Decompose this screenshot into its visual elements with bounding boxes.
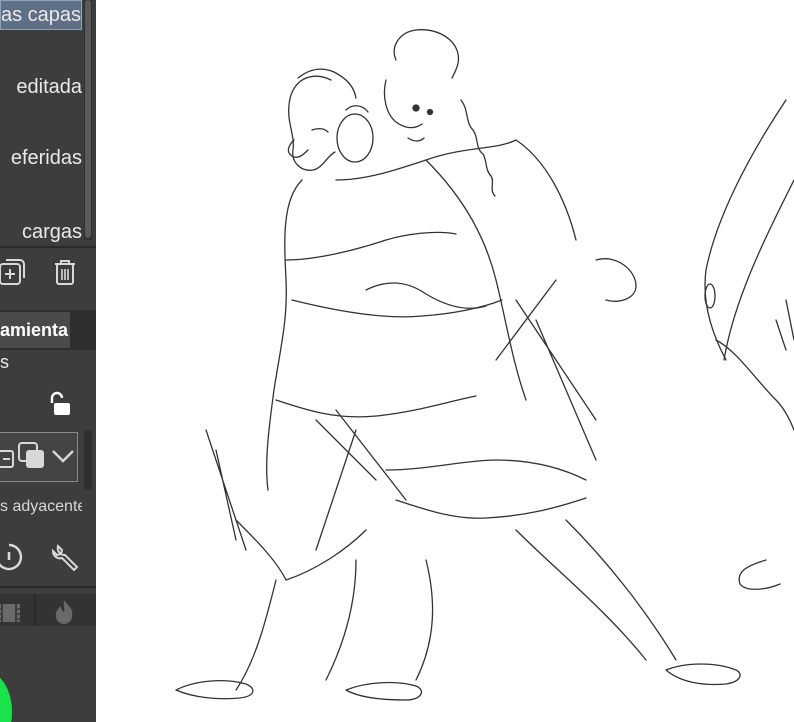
chevron-down-icon[interactable]	[51, 447, 75, 465]
copy-layer-icon[interactable]	[17, 441, 47, 471]
sketch-artwork	[175, 29, 794, 701]
tab-separator	[34, 594, 36, 626]
reference-adjacent-label: s adyacente	[0, 498, 82, 515]
tab-tool-property[interactable]: amienta	[0, 312, 70, 348]
menu-item-layers[interactable]: as capas	[0, 0, 82, 30]
unlock-icon[interactable]	[46, 390, 74, 418]
divider	[0, 246, 96, 248]
setting-label: s	[0, 352, 9, 372]
new-layer-icon[interactable]	[0, 258, 26, 286]
menu-item-downloads[interactable]: cargas	[0, 217, 82, 247]
divider	[0, 586, 96, 588]
reset-icon[interactable]	[0, 542, 24, 574]
drawing-canvas[interactable]	[96, 0, 794, 722]
menu-item-edited[interactable]: editada	[0, 72, 82, 102]
menu-item-favorites[interactable]: eferidas	[0, 143, 82, 173]
menu-scrollbar-thumb[interactable]	[85, 0, 91, 238]
wrench-icon[interactable]	[50, 542, 82, 574]
color-wheel-indicator[interactable]	[0, 672, 12, 722]
film-icon[interactable]	[0, 600, 22, 626]
tool-scrollbar-track[interactable]	[84, 430, 92, 490]
flame-icon[interactable]	[50, 598, 78, 626]
layer-ops-icon[interactable]	[0, 443, 15, 471]
trash-icon[interactable]	[52, 258, 78, 286]
blend-select[interactable]	[0, 432, 78, 482]
layer-panel-sidebar: as capas editada eferidas cargas amienta…	[0, 0, 96, 722]
